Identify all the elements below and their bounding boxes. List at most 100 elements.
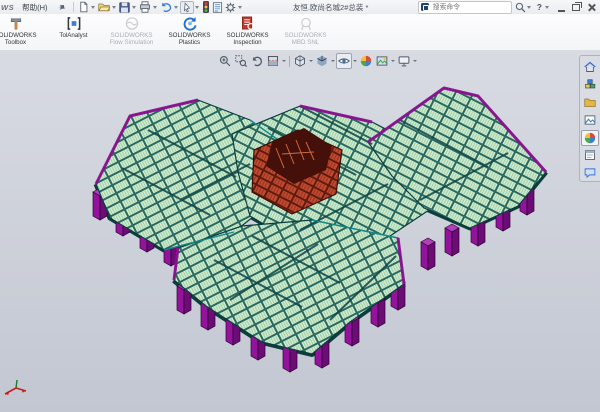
- custom-properties-icon: [584, 149, 596, 161]
- search-box[interactable]: [418, 1, 512, 14]
- edit-appearance-button[interactable]: [358, 53, 374, 69]
- search-input[interactable]: [431, 3, 509, 12]
- new-file-button[interactable]: [77, 1, 90, 14]
- view-orientation-cube-icon: [294, 55, 306, 67]
- solidworks-resources-button[interactable]: [581, 59, 599, 75]
- display-style-dropdown[interactable]: [331, 60, 335, 62]
- menu-help[interactable]: 帮助(H): [17, 2, 52, 13]
- model-canvas[interactable]: [0, 50, 600, 412]
- search-options-dropdown[interactable]: [527, 6, 531, 9]
- ribbon-button-flow-simulation: SOLIDWORKS Flow Simulation: [103, 15, 160, 47]
- file-explorer-button[interactable]: [581, 94, 599, 110]
- undo-dropdown[interactable]: [174, 6, 178, 9]
- ribbon-button-inspection[interactable]: SOLIDWORKS Inspection: [219, 15, 276, 47]
- save-icon: [119, 2, 130, 13]
- select-dropdown[interactable]: [195, 6, 199, 9]
- options-gear-icon: [225, 2, 236, 13]
- view-orientation-button[interactable]: [292, 53, 308, 69]
- ribbon-button-plastics[interactable]: SOLIDWORKS Plastics: [161, 15, 218, 47]
- apply-scene-button[interactable]: [374, 53, 390, 69]
- graphics-viewport[interactable]: [0, 50, 600, 412]
- minimize-button[interactable]: [558, 3, 565, 12]
- open-file-icon: [98, 1, 110, 13]
- restore-button[interactable]: [572, 4, 580, 11]
- options-button[interactable]: [224, 1, 237, 14]
- undo-button[interactable]: [159, 1, 173, 14]
- custom-properties-button[interactable]: [581, 148, 599, 164]
- ribbon-label: SOLIDWORKS: [227, 32, 269, 39]
- window-controls: ?: [537, 2, 595, 12]
- previous-view-button[interactable]: [249, 53, 265, 69]
- view-settings-dropdown[interactable]: [413, 60, 417, 62]
- appearances-scenes-button[interactable]: [581, 130, 599, 146]
- apply-scene-icon: [376, 55, 388, 67]
- view-settings-button[interactable]: [396, 53, 412, 69]
- ribbon-label: Flow Simulation: [110, 39, 154, 46]
- inspection-icon: [240, 16, 256, 31]
- zoom-to-fit-icon: [219, 55, 231, 67]
- plastics-icon: [182, 16, 198, 31]
- design-library-icon: [584, 79, 596, 91]
- separator: [73, 2, 74, 12]
- file-properties-button[interactable]: [211, 1, 224, 14]
- ribbon-button-mbd-snl: SOLIDWORKS MBD SNL: [277, 15, 334, 47]
- open-file-dropdown[interactable]: [112, 6, 116, 9]
- solidworks-window: WS 帮助(H): [0, 0, 600, 412]
- forum-chat-icon: [584, 167, 596, 179]
- display-style-button[interactable]: [314, 53, 330, 69]
- ribbon-label: Toolbox: [5, 39, 26, 46]
- close-button[interactable]: [587, 3, 595, 11]
- help-button[interactable]: ?: [537, 2, 542, 12]
- search-magnifier-icon[interactable]: [515, 2, 526, 13]
- rebuild-traffic-light-icon: [202, 1, 210, 13]
- tolanalyst-icon: [66, 16, 82, 31]
- view-palette-button[interactable]: [581, 112, 599, 128]
- view-settings-monitor-icon: [398, 55, 410, 67]
- apply-scene-dropdown[interactable]: [391, 60, 395, 62]
- appearances-ball-icon: [584, 132, 596, 144]
- search-scope-icon[interactable]: [421, 3, 429, 11]
- ribbon-label: Plastics: [179, 39, 200, 46]
- ribbon-button-tolanalyst[interactable]: TolAnalyst: [45, 15, 102, 39]
- section-view-icon: [267, 55, 279, 67]
- select-icon: [182, 2, 192, 13]
- options-dropdown[interactable]: [238, 6, 242, 9]
- model-bottom-wing: [174, 220, 404, 354]
- file-properties-icon: [212, 2, 223, 13]
- ribbon-button-toolbox[interactable]: SOLIDWORKS Toolbox: [0, 15, 44, 47]
- rebuild-button[interactable]: [201, 1, 211, 14]
- forum-button[interactable]: [581, 165, 599, 181]
- ribbon-label: SOLIDWORKS: [285, 32, 327, 39]
- title-bar: WS 帮助(H): [0, 0, 600, 14]
- print-button[interactable]: [138, 1, 152, 14]
- toolbox-icon: [8, 16, 24, 31]
- zoom-to-area-icon: [235, 55, 247, 67]
- model-floor-slabs[interactable]: [96, 88, 546, 354]
- task-pane: [579, 55, 600, 182]
- hide-show-eye-icon: [338, 55, 350, 67]
- new-file-dropdown[interactable]: [91, 6, 95, 9]
- save-dropdown[interactable]: [132, 6, 136, 9]
- origin-triad: [5, 380, 26, 395]
- print-dropdown[interactable]: [153, 6, 157, 9]
- separator: [289, 56, 290, 67]
- zoom-to-area-button[interactable]: [233, 53, 249, 69]
- section-view-button[interactable]: [265, 53, 281, 69]
- help-dropdown[interactable]: [545, 6, 549, 9]
- section-view-dropdown[interactable]: [282, 60, 286, 62]
- save-button[interactable]: [118, 1, 131, 14]
- new-file-icon: [78, 1, 89, 13]
- view-orientation-dropdown[interactable]: [309, 60, 313, 62]
- hide-show-items-dropdown[interactable]: [353, 60, 357, 62]
- document-title: 友恒.欧尚名城2#总装 *: [244, 2, 418, 13]
- open-file-button[interactable]: [97, 1, 111, 14]
- select-button[interactable]: [180, 1, 194, 14]
- ribbon-label: TolAnalyst: [59, 32, 87, 39]
- pin-menu-icon[interactable]: [57, 3, 66, 12]
- design-library-button[interactable]: [581, 77, 599, 93]
- undo-icon: [160, 1, 172, 13]
- solidworks-logo: WS: [1, 3, 14, 12]
- hide-show-items-button[interactable]: [336, 53, 352, 69]
- view-palette-icon: [584, 114, 596, 126]
- zoom-to-fit-button[interactable]: [217, 53, 233, 69]
